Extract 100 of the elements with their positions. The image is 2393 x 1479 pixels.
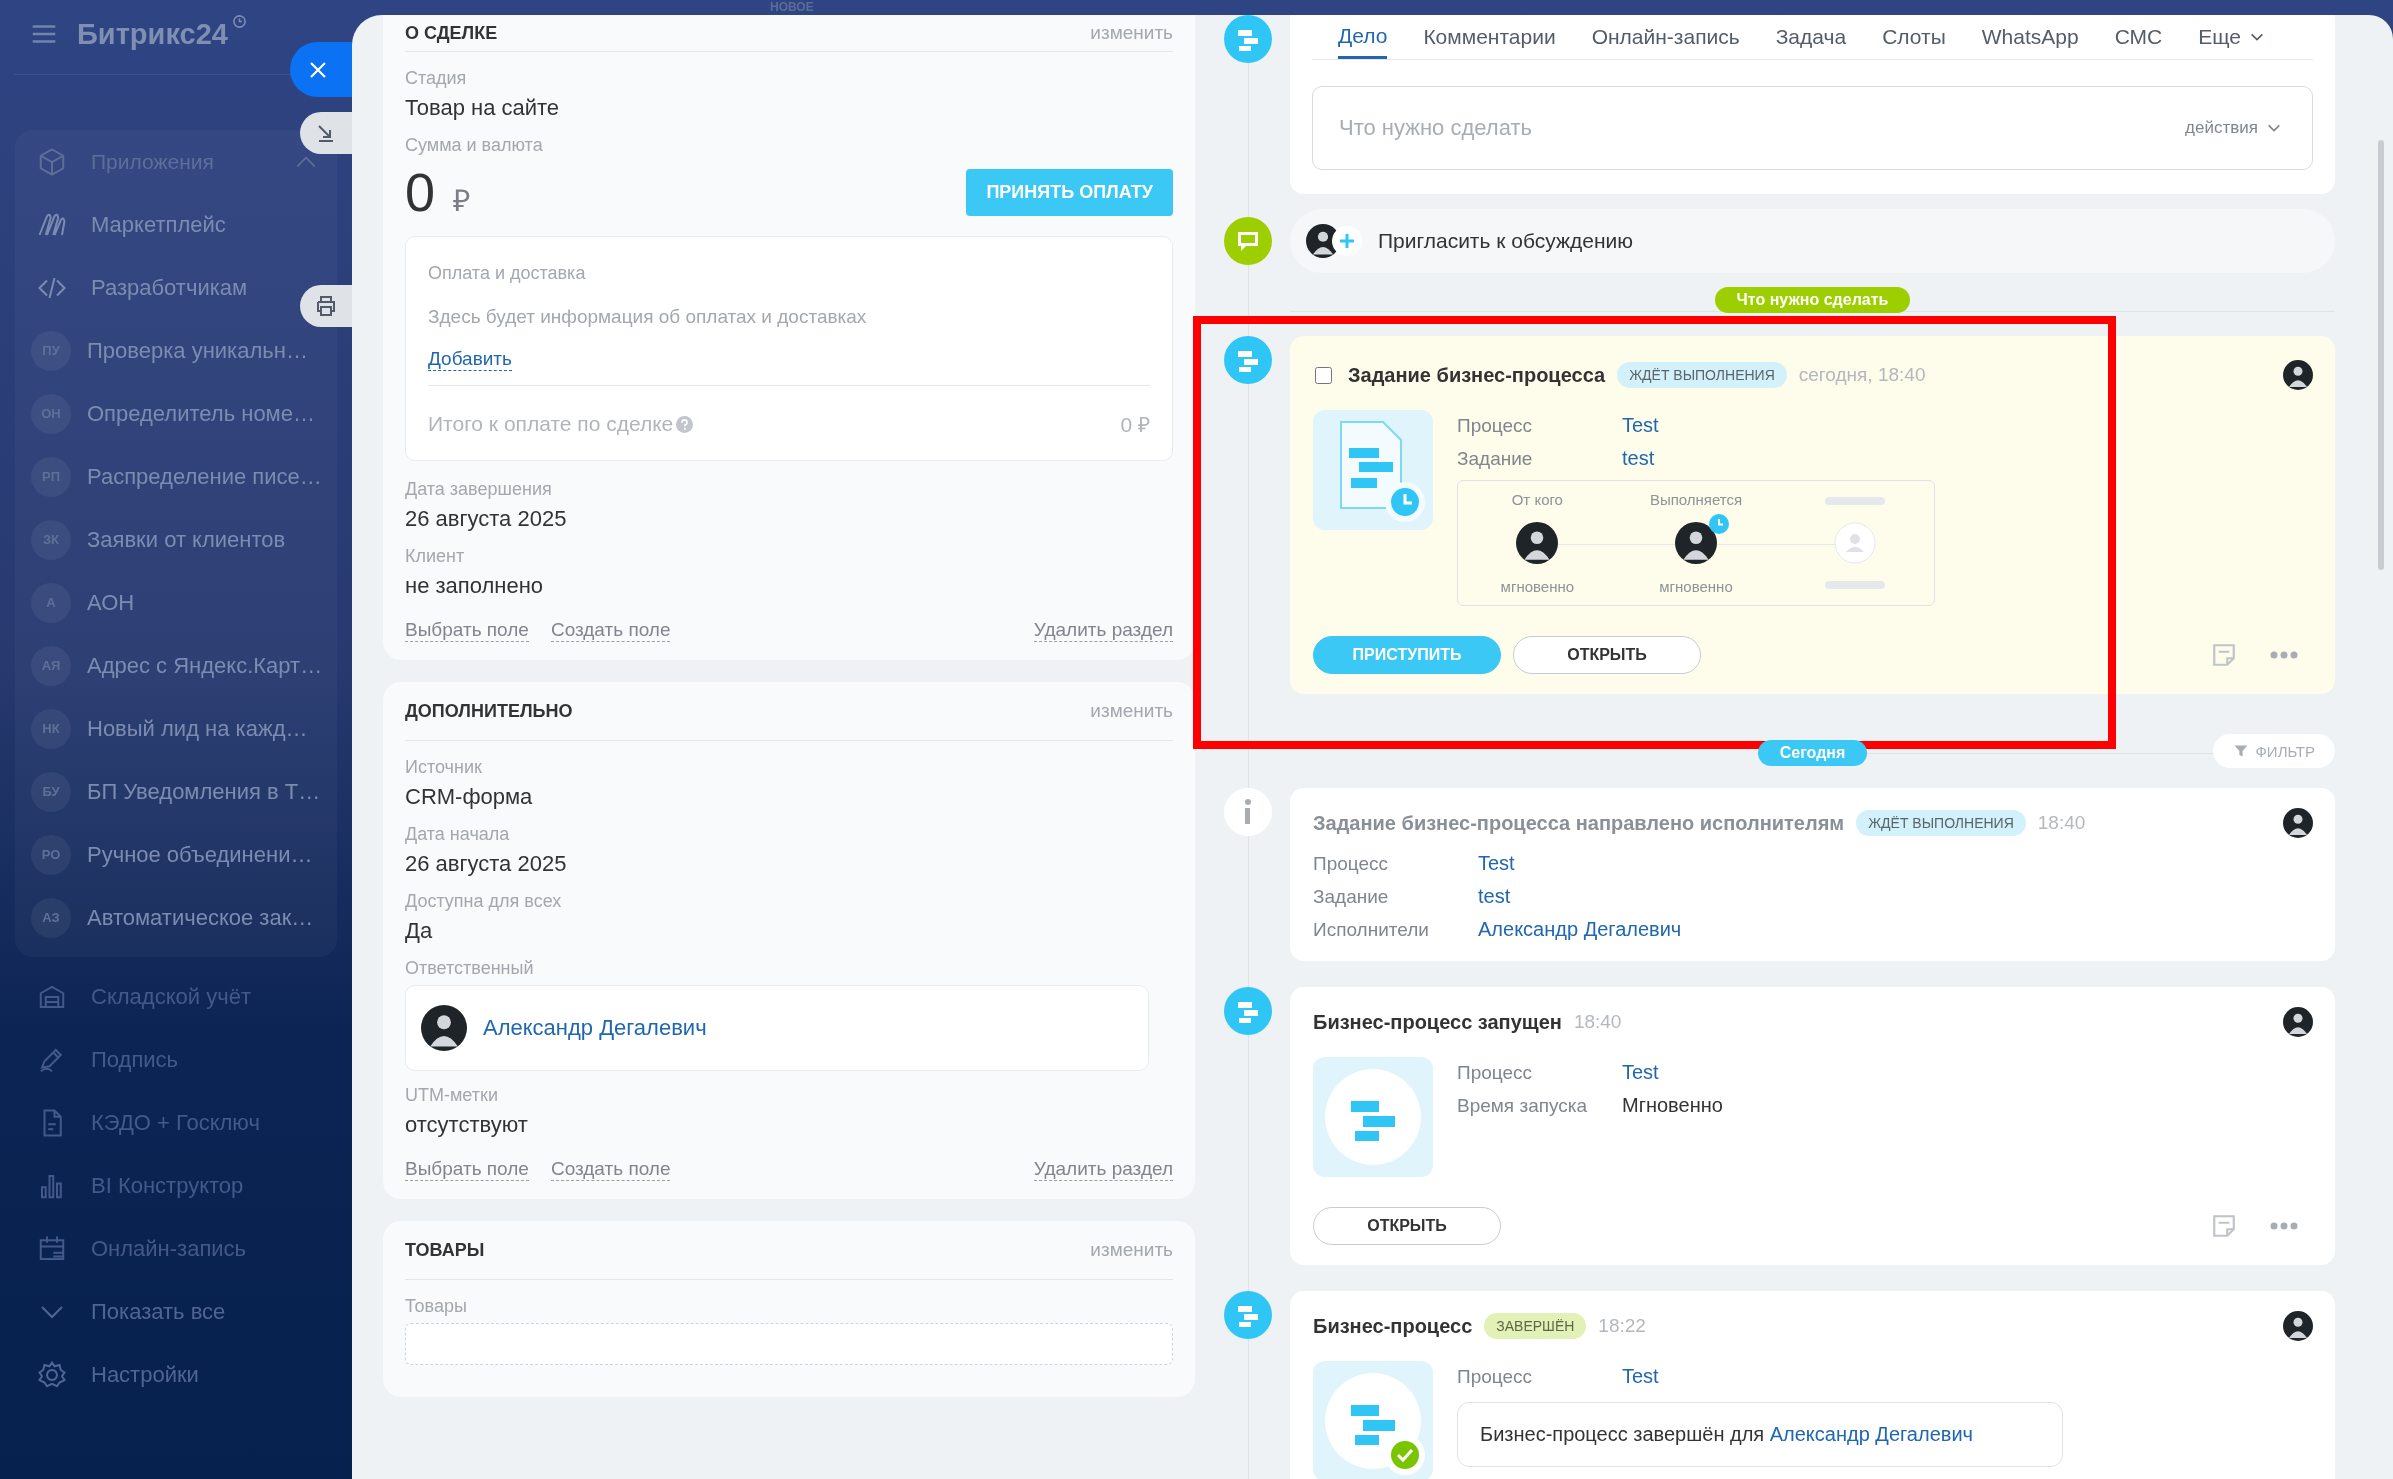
field-value: CRM-форма: [405, 784, 534, 810]
open-button[interactable]: ОТКРЫТЬ: [1313, 1207, 1501, 1245]
section-pill: Что нужно сделать: [1714, 287, 1911, 313]
field-label: Сумма и валюта: [405, 135, 544, 156]
composer-tab[interactable]: Задача: [1775, 15, 1847, 59]
process-node-icon: [1224, 15, 1272, 63]
document-clock-icon: [1313, 410, 1433, 530]
user-link[interactable]: Александр Дегалевич: [1769, 1423, 1973, 1445]
step-time: мгновенно: [1500, 578, 1575, 595]
user-link[interactable]: Александр Дегалевич: [483, 1015, 707, 1041]
edit-link[interactable]: изменить: [1090, 1239, 1173, 1261]
composer-tab[interactable]: WhatsApp: [1981, 15, 2079, 59]
more-icon[interactable]: [2269, 650, 2299, 660]
clock-icon: [231, 14, 247, 29]
logo: Битрикс24: [77, 17, 228, 51]
field-label: Клиент: [405, 546, 466, 567]
composer-tab[interactable]: СМС: [2114, 15, 2163, 59]
field-action-link[interactable]: Создать поле: [550, 1158, 671, 1181]
composer-tab[interactable]: Комментарии: [1423, 15, 1556, 59]
sidebar-item[interactable]: КЭДО + Госключ: [0, 1091, 352, 1154]
invite-text: Пригласить к обсуждению: [1378, 229, 1634, 253]
composer-tab[interactable]: Дело: [1338, 15, 1388, 59]
entry-time: 18:40: [2037, 812, 2086, 834]
section-pill: Сегодня: [1757, 740, 1868, 766]
status-badge: ЖДЁТ ВЫПОЛНЕНИЯ: [1617, 362, 1787, 388]
more-icon[interactable]: [2269, 1221, 2299, 1231]
note-icon[interactable]: [2211, 1213, 2237, 1239]
print-button[interactable]: [300, 285, 352, 327]
accept-payment-button[interactable]: ПРИНЯТЬ ОПЛАТУ: [966, 168, 1173, 216]
placeholder-bar: [1824, 497, 1885, 505]
avatar: [1675, 522, 1717, 564]
field-value: Да: [405, 918, 434, 944]
clock-icon: [1709, 514, 1729, 534]
total-label: Итого к оплате по сделке: [428, 412, 674, 436]
note-icon[interactable]: [2211, 642, 2237, 668]
process-icon: [1313, 1057, 1433, 1177]
checkbox[interactable]: [1315, 366, 1332, 384]
sidebar-item[interactable]: Онлайн-запись: [0, 1217, 352, 1280]
remove-section-link[interactable]: Удалить раздел: [1033, 1158, 1173, 1181]
property-link[interactable]: Test: [1622, 1061, 1723, 1084]
property-value: Мгновенно: [1622, 1094, 1723, 1117]
entry-title: Задание бизнес-процесса: [1348, 363, 1606, 387]
field-value: Товар на сайте: [405, 95, 561, 121]
sidebar-item[interactable]: Маркетплейс: [15, 193, 226, 256]
minimize-button[interactable]: [300, 112, 352, 154]
payment-hint: Здесь будет информация об оплатах и доставках: [428, 306, 868, 328]
property-link[interactable]: Test: [1622, 1365, 1659, 1388]
plus-icon: [1332, 226, 1362, 256]
note-text: Бизнес-процесс завершён для Александр Дегалевич: [1480, 1423, 1974, 1446]
entry-title: Задание бизнес-процесса направлено исполнителям: [1313, 811, 1845, 835]
step-label: Выполняется: [1649, 491, 1743, 508]
entry-time: 18:40: [1573, 1011, 1622, 1033]
filter-icon: [2233, 743, 2250, 759]
sidebar-item[interactable]: Показать все: [0, 1280, 352, 1343]
info-node-icon: [1224, 788, 1272, 836]
products-field[interactable]: [405, 1323, 1173, 1365]
invite-bar[interactable]: Пригласить к обсуждению: [1290, 209, 2335, 273]
close-button[interactable]: [290, 42, 352, 97]
field-action-link[interactable]: Выбрать поле: [405, 1158, 529, 1181]
field-action-link[interactable]: Выбрать поле: [405, 619, 529, 642]
filter-button[interactable]: ФИЛЬТР: [2213, 734, 2335, 768]
status-badge: ЖДЁТ ВЫПОЛНЕНИЯ: [1856, 810, 2026, 836]
help-icon[interactable]: [676, 415, 694, 433]
open-button[interactable]: ОТКРЫТЬ: [1513, 636, 1701, 674]
todo-input[interactable]: Что нужно сделать действия: [1312, 86, 2313, 170]
author-avatar: [2283, 1311, 2313, 1341]
property-label: Процесс: [1457, 415, 1534, 437]
property-label: Время запуска: [1457, 1095, 1589, 1117]
field-label: UTM-метки: [405, 1085, 499, 1106]
scrollbar[interactable]: [2378, 140, 2384, 570]
sidebar-item[interactable]: BI Конструктор: [0, 1154, 352, 1217]
placeholder-bar: [1824, 581, 1885, 589]
property-label: Процесс: [1457, 1366, 1534, 1388]
field-label: Доступна для всех: [405, 891, 563, 912]
property-link[interactable]: test: [1622, 447, 1659, 470]
more-tab[interactable]: Еще: [2198, 15, 2265, 59]
author-avatar: [2283, 360, 2313, 390]
actions-dropdown[interactable]: действия: [2185, 118, 2282, 138]
property-label: Процесс: [1313, 853, 1390, 875]
property-link[interactable]: Александр Дегалевич: [1478, 918, 1682, 941]
edit-link[interactable]: изменить: [1090, 22, 1173, 44]
property-label: Исполнители: [1313, 919, 1430, 941]
settings-icon: [37, 1359, 67, 1390]
sidebar-item[interactable]: Подпись: [0, 1028, 352, 1091]
composer-tab[interactable]: Онлайн-запись: [1591, 15, 1740, 59]
author-avatar: [2283, 808, 2313, 838]
property-link[interactable]: Test: [1478, 852, 1682, 875]
edit-link[interactable]: изменить: [1090, 700, 1173, 722]
composer-tab[interactable]: Слоты: [1882, 15, 1946, 59]
property-link[interactable]: Test: [1622, 414, 1659, 437]
property-label: Задание: [1457, 448, 1534, 470]
sidebar-item[interactable]: Настройки: [0, 1343, 352, 1406]
start-button[interactable]: ПРИСТУПИТЬ: [1313, 636, 1501, 674]
remove-section-link[interactable]: Удалить раздел: [1033, 619, 1173, 642]
printer-icon: [314, 294, 338, 318]
avatar: [421, 1005, 467, 1051]
sidebar-item[interactable]: Разработчикам: [15, 256, 248, 319]
field-action-link[interactable]: Создать поле: [550, 619, 671, 642]
add-link[interactable]: Добавить: [428, 348, 512, 371]
property-link[interactable]: test: [1478, 885, 1682, 908]
